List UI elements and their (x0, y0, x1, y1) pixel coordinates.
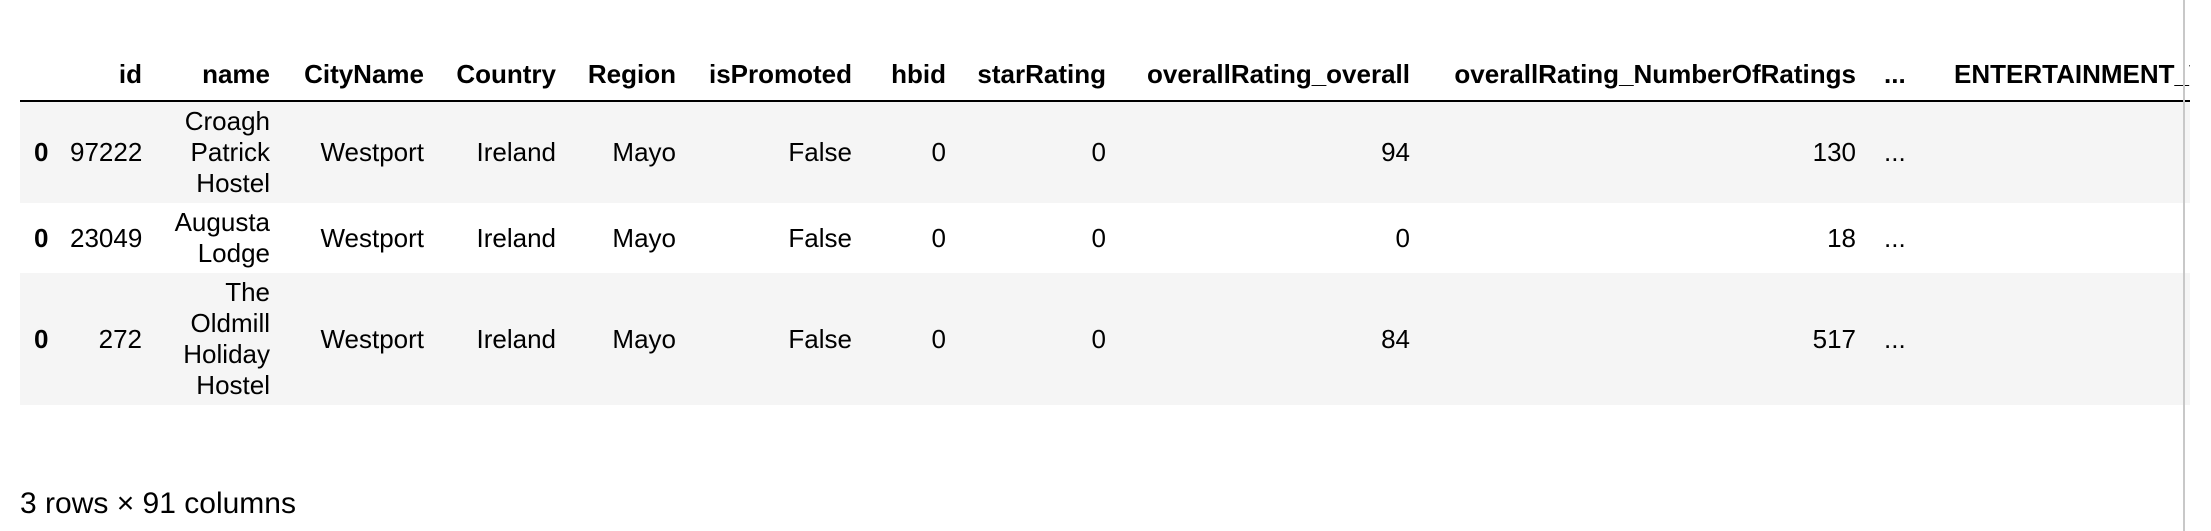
cell-name-line: Croagh (184, 106, 270, 136)
cell-region: Mayo (612, 222, 676, 253)
cell-name-line: Lodge (197, 238, 270, 268)
cell-name-line: Hostel (196, 370, 270, 400)
cell-entertainment: 0 (1940, 203, 2190, 273)
cell-ispromoted: False (788, 222, 852, 253)
dataframe-table: id name CityName Country Region isPromoted hbi… (20, 36, 2190, 405)
cell-ispromoted: False (788, 137, 852, 167)
cell-cityname: Westport (320, 222, 424, 253)
cell-starrating: 0 (1091, 137, 1106, 167)
column-header-ellipsis: ... (1870, 36, 1940, 102)
cell-ellipsis: ... (1884, 323, 1906, 354)
cell-overallrating-overall: 94 (1381, 137, 1410, 167)
cell-name-line: Patrick (190, 137, 270, 167)
column-header-country: Country (438, 36, 570, 102)
cell-index: 0 (34, 323, 49, 354)
notebook-output-frame: id name CityName Country Region isPromoted hbi… (0, 0, 2211, 531)
dataframe-scroll-container[interactable]: id name CityName Country Region isPromoted hbi… (20, 36, 2190, 405)
column-header-index (20, 36, 56, 102)
cell-country: Ireland (476, 323, 557, 354)
column-header-name: name (156, 36, 284, 102)
cell-hbid: 0 (931, 323, 946, 354)
cell-country: Ireland (476, 137, 557, 167)
table-body: 0 97222 Croagh Patrick Hostel Westport Ireland… (20, 101, 2190, 405)
cell-overallrating-overall: 0 (1395, 222, 1410, 253)
horizontal-scroll-edge (2183, 0, 2185, 531)
column-header-entertainment: ENTERTAINMENT_V (1940, 36, 2190, 102)
cell-name-line: Augusta (174, 207, 270, 237)
cell-id: 97222 (70, 137, 143, 167)
cell-overallrating-numberofratings: 517 (1812, 323, 1856, 354)
cell-region: Mayo (612, 323, 676, 354)
column-header-starrating: starRating (960, 36, 1120, 102)
cell-region: Mayo (612, 137, 676, 167)
cell-name: Augusta Lodge (156, 203, 284, 273)
column-header-region: Region (570, 36, 690, 102)
table-header-row: id name CityName Country Region isPromoted hbi… (20, 36, 2190, 102)
column-header-cityname: CityName (284, 36, 438, 102)
cell-name-line: Holiday (183, 339, 270, 369)
cell-overallrating-numberofratings: 18 (1827, 222, 1856, 253)
cell-name-line: Oldmill (190, 308, 270, 338)
column-header-id: id (56, 36, 156, 102)
cell-ispromoted: False (788, 323, 852, 354)
cell-hbid: 0 (931, 222, 946, 253)
cell-ellipsis: ... (1884, 222, 1906, 253)
table-row: 0 97222 Croagh Patrick Hostel Westport Ireland… (20, 101, 2190, 203)
cell-id: 23049 (70, 222, 143, 253)
cell-name-line: Hostel (196, 168, 270, 198)
cell-name-line: The (225, 277, 270, 307)
cell-ellipsis: ... (1884, 137, 1906, 167)
cell-cityname: Westport (320, 323, 424, 354)
column-header-hbid: hbid (866, 36, 960, 102)
column-header-overallrating-overall: overallRating_overall (1120, 36, 1424, 102)
cell-country: Ireland (476, 222, 557, 253)
dataframe-shape-summary: 3 rows × 91 columns (20, 487, 296, 520)
column-header-ispromoted: isPromoted (690, 36, 866, 102)
cell-entertainment: 0 (1940, 273, 2190, 405)
table-row: 0 23049 Augusta Lodge Westport Ireland Mayo Fal… (20, 203, 2190, 273)
table-row: 0 272 The Oldmill Holiday Hostel Westport Irela… (20, 273, 2190, 405)
cell-starrating: 0 (1091, 222, 1106, 253)
cell-name: The Oldmill Holiday Hostel (156, 273, 284, 405)
cell-overallrating-overall: 84 (1381, 323, 1410, 354)
cell-entertainment: 1 (1940, 101, 2190, 203)
cell-index: 0 (34, 137, 49, 167)
cell-cityname: Westport (320, 137, 424, 167)
cell-overallrating-numberofratings: 130 (1812, 137, 1856, 167)
cell-name: Croagh Patrick Hostel (156, 101, 284, 203)
cell-starrating: 0 (1091, 323, 1106, 354)
cell-index: 0 (34, 222, 49, 253)
dataframe-output: id name CityName Country Region isPromoted hbi… (20, 0, 2190, 531)
cell-id: 272 (98, 323, 142, 354)
column-header-overallrating-numberofratings: overallRating_NumberOfRatings (1424, 36, 1870, 102)
cell-hbid: 0 (931, 137, 946, 167)
